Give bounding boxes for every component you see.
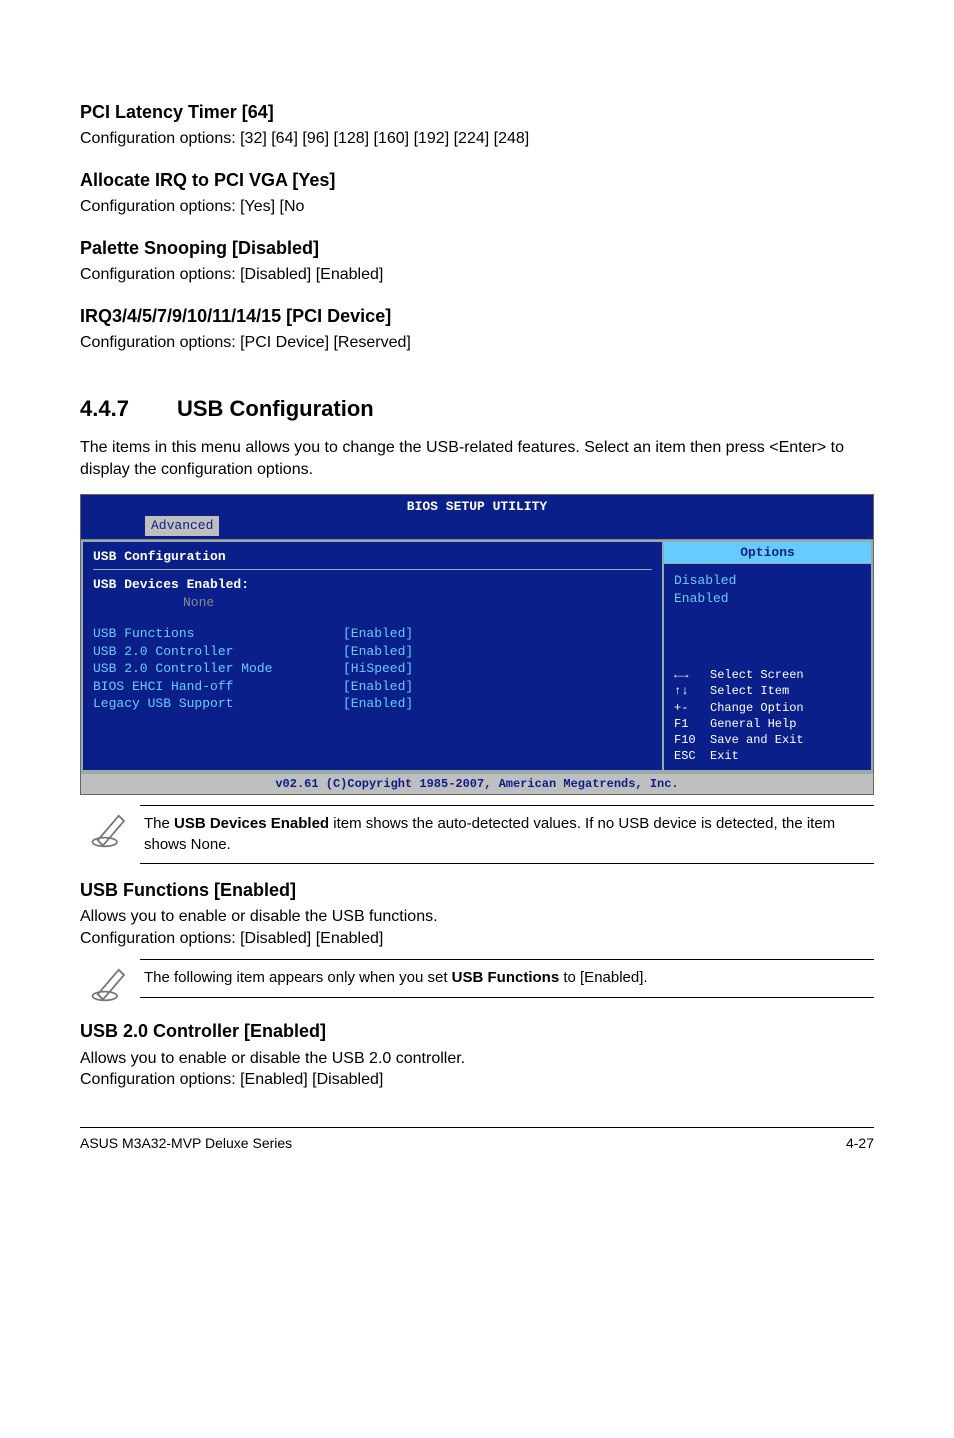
bios-key-desc: Exit: [710, 749, 739, 763]
footer-right: 4-27: [846, 1134, 874, 1153]
bios-value: [Enabled]: [343, 695, 413, 713]
section-title: USB Configuration: [177, 394, 374, 424]
bios-key: ESC: [674, 748, 710, 764]
bios-title: BIOS SETUP UTILITY: [81, 495, 873, 516]
bios-left-title: USB Configuration: [93, 548, 652, 566]
bios-value: [HiSpeed]: [343, 660, 413, 678]
heading-allocate-irq: Allocate IRQ to PCI VGA [Yes]: [80, 168, 874, 192]
bios-key: F1: [674, 716, 710, 732]
section-header: 4.4.7 USB Configuration: [80, 394, 874, 424]
bios-label: Legacy USB Support: [93, 695, 343, 713]
text-palette-snooping-options: Configuration options: [Disabled] [Enabl…: [80, 264, 874, 286]
text-usb20-controller-options: Configuration options: [Enabled] [Disabl…: [80, 1069, 874, 1091]
note-body: The USB Devices Enabled item shows the a…: [140, 805, 874, 864]
bios-key: +-: [674, 700, 710, 716]
section-number: 4.4.7: [80, 394, 129, 424]
bios-row-usb-functions: USB Functions [Enabled]: [93, 625, 652, 643]
bios-key-desc: Select Screen: [710, 668, 804, 682]
bios-devices-enabled-label: USB Devices Enabled:: [93, 576, 652, 594]
bios-devices-enabled-value: None: [93, 594, 652, 612]
note-text-pre: The following item appears only when you…: [144, 969, 452, 986]
bios-key: ↑↓: [674, 683, 710, 699]
heading-irq-list: IRQ3/4/5/7/9/10/11/14/15 [PCI Device]: [80, 304, 874, 328]
bios-label: USB 2.0 Controller Mode: [93, 660, 343, 678]
bios-row-usb20-mode: USB 2.0 Controller Mode [HiSpeed]: [93, 660, 652, 678]
page-footer: ASUS M3A32-MVP Deluxe Series 4-27: [80, 1127, 874, 1153]
section-description: The items in this menu allows you to cha…: [80, 437, 874, 480]
bios-row-legacy-usb: Legacy USB Support [Enabled]: [93, 695, 652, 713]
bios-tab-row: Advanced: [81, 516, 873, 539]
bios-key-help: ←→Select Screen ↑↓Select Item +-Change O…: [674, 667, 861, 764]
note-body: The following item appears only when you…: [140, 959, 874, 997]
text-allocate-irq-options: Configuration options: [Yes] [No: [80, 196, 874, 218]
bios-label: USB Functions: [93, 625, 343, 643]
bios-row-ehci-handoff: BIOS EHCI Hand-off [Enabled]: [93, 678, 652, 696]
bios-options-list: Disabled Enabled: [674, 572, 861, 607]
bios-options-header: Options: [664, 542, 871, 565]
bios-option-enabled: Enabled: [674, 590, 861, 608]
bios-value: [Enabled]: [343, 625, 413, 643]
note-usb-devices-enabled: The USB Devices Enabled item shows the a…: [80, 805, 874, 864]
bios-key-desc: Select Item: [710, 684, 789, 698]
text-usb20-controller-desc: Allows you to enable or disable the USB …: [80, 1048, 874, 1070]
note-text-pre: The: [144, 815, 174, 832]
bios-value: [Enabled]: [343, 678, 413, 696]
bios-key-desc: Save and Exit: [710, 733, 804, 747]
pencil-icon: [80, 805, 140, 851]
bios-label: BIOS EHCI Hand-off: [93, 678, 343, 696]
text-usb-functions-desc: Allows you to enable or disable the USB …: [80, 906, 874, 928]
bios-key-desc: General Help: [710, 717, 796, 731]
heading-pci-latency: PCI Latency Timer [64]: [80, 100, 874, 124]
heading-usb20-controller: USB 2.0 Controller [Enabled]: [80, 1019, 874, 1043]
heading-palette-snooping: Palette Snooping [Disabled]: [80, 236, 874, 260]
note-text-bold: USB Devices Enabled: [174, 815, 329, 832]
bios-right-pane: Options Disabled Enabled ←→Select Screen…: [663, 540, 873, 773]
bios-key: ←→: [674, 667, 710, 683]
bios-footer: v02.61 (C)Copyright 1985-2007, American …: [81, 772, 873, 794]
bios-screenshot: BIOS SETUP UTILITY Advanced USB Configur…: [80, 494, 874, 795]
text-irq-list-options: Configuration options: [PCI Device] [Res…: [80, 332, 874, 354]
bios-option-disabled: Disabled: [674, 572, 861, 590]
bios-left-pane: USB Configuration USB Devices Enabled: N…: [81, 540, 663, 773]
heading-usb-functions: USB Functions [Enabled]: [80, 878, 874, 902]
bios-value: [Enabled]: [343, 643, 413, 661]
bios-label: USB 2.0 Controller: [93, 643, 343, 661]
bios-tab-advanced: Advanced: [143, 516, 221, 536]
pencil-icon: [80, 959, 140, 1005]
bios-row-usb20-controller: USB 2.0 Controller [Enabled]: [93, 643, 652, 661]
note-text-bold: USB Functions: [452, 969, 560, 986]
bios-key: F10: [674, 732, 710, 748]
footer-left: ASUS M3A32-MVP Deluxe Series: [80, 1134, 292, 1153]
text-pci-latency-options: Configuration options: [32] [64] [96] [1…: [80, 128, 874, 150]
note-text-post: to [Enabled].: [559, 969, 647, 986]
bios-divider: [93, 569, 652, 570]
bios-key-desc: Change Option: [710, 701, 804, 715]
text-usb-functions-options: Configuration options: [Disabled] [Enabl…: [80, 928, 874, 950]
note-usb-functions-enabled: The following item appears only when you…: [80, 959, 874, 1005]
